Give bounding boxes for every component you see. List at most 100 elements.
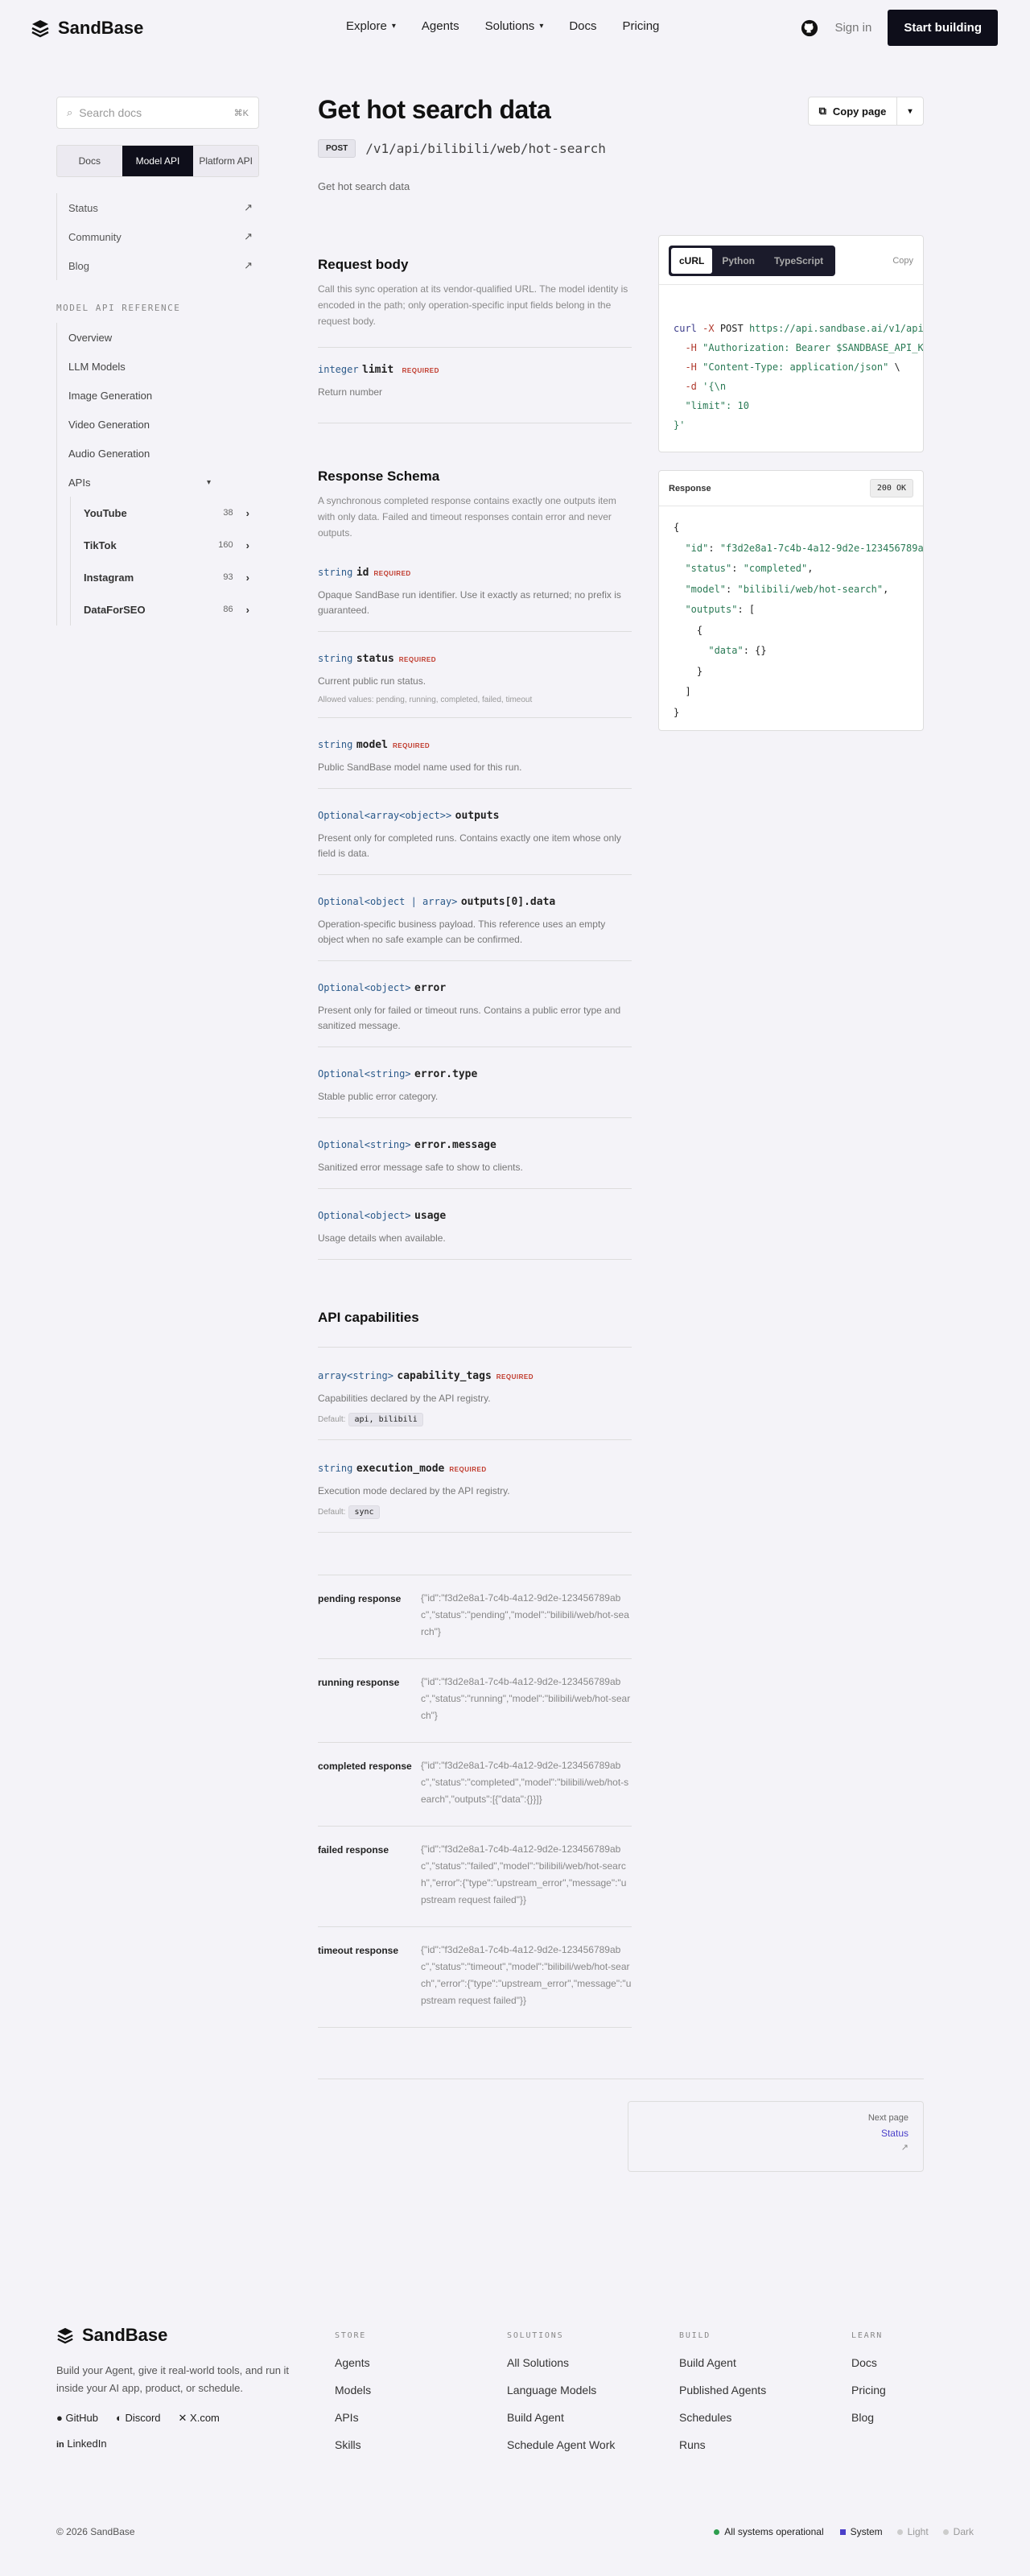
footer-link[interactable]: Agents — [335, 2356, 371, 2369]
default-chip: sync — [348, 1505, 380, 1519]
footer-link[interactable]: Skills — [335, 2438, 371, 2451]
nav-label: Solutions — [484, 19, 535, 33]
sidebar-item-image-generation[interactable]: Image Generation — [68, 381, 259, 410]
group-count: 160 — [218, 540, 233, 550]
system-status[interactable]: All systems operational — [714, 2526, 824, 2537]
section-description: Call this sync operation at its vendor-q… — [318, 281, 632, 348]
required-badge: REQUIRED — [392, 742, 431, 749]
footer-link[interactable]: Blog — [851, 2411, 886, 2424]
main-content: Get hot search data POST /v1/api/bilibil… — [318, 95, 632, 2028]
brand-logo[interactable]: SandBase — [31, 18, 143, 39]
footer-link[interactable]: Schedules — [679, 2411, 766, 2424]
nav-docs[interactable]: Docs — [569, 19, 596, 33]
nav-label: Pricing — [622, 19, 660, 33]
required-badge: REQUIRED — [449, 1466, 487, 1473]
field-name: outputs[0].data — [460, 896, 556, 908]
social-github[interactable]: ● GitHub — [56, 2412, 98, 2425]
footer-link[interactable]: Pricing — [851, 2384, 886, 2396]
sidebar-link-status[interactable]: Status ↗ — [68, 193, 259, 222]
theme-light[interactable]: Light — [896, 2526, 929, 2537]
api-group-tiktok[interactable]: TikTok 160 › — [84, 529, 259, 561]
code-line: "outputs": [ — [685, 604, 756, 615]
tab-python[interactable]: Python — [712, 248, 764, 274]
social-label: LinkedIn — [67, 2438, 107, 2450]
sandbase-logo-icon — [57, 2327, 73, 2344]
default-chip: api, bilibili — [348, 1413, 423, 1426]
sidebar-link-community[interactable]: Community ↗ — [68, 222, 259, 251]
copy-page-dropdown[interactable]: ▾ — [897, 107, 923, 116]
theme-system[interactable]: System — [839, 2526, 883, 2537]
sidebar-item-audio-generation[interactable]: Audio Generation — [68, 439, 259, 468]
sidebar-item-llm-models[interactable]: LLM Models — [68, 352, 259, 381]
page-description: Get hot search data — [318, 180, 410, 192]
example-label: running response — [318, 1677, 400, 1688]
column-heading: SOLUTIONS — [507, 2331, 564, 2340]
column-heading: BUILD — [679, 2331, 711, 2340]
field-description: Opaque SandBase run identifier. Use it e… — [318, 589, 621, 616]
discord-icon: ◐ — [115, 2412, 122, 2424]
external-arrow-icon: ↗ — [244, 201, 253, 213]
footer-link[interactable]: Build Agent — [679, 2356, 766, 2369]
example-row: timeout response {"id":"f3d2e8a1-7c4b-4a1… — [318, 1927, 632, 2028]
code-panel-header: cURL Python TypeScript Copy — [659, 236, 923, 285]
footer-link[interactable]: Schedule Agent Work — [507, 2438, 615, 2451]
tab-docs[interactable]: Docs — [57, 146, 122, 176]
language-tabs: cURL Python TypeScript — [669, 246, 836, 276]
next-page-card[interactable]: Next page Status ↗ — [628, 2101, 924, 2172]
group-name: DataForSEO — [84, 603, 146, 616]
nav-explore[interactable]: Explore ▾ — [346, 19, 396, 33]
github-icon[interactable] — [801, 19, 818, 37]
tab-typescript[interactable]: TypeScript — [764, 248, 833, 274]
footer-link[interactable]: Models — [335, 2384, 371, 2396]
sidebar-link-blog[interactable]: Blog ↗ — [68, 251, 259, 280]
api-group-instagram[interactable]: Instagram 93 › — [84, 561, 259, 593]
footer-column-solutions: SOLUTIONS All Solutions Language Models … — [507, 2331, 615, 2466]
theme-label: System — [850, 2526, 883, 2537]
sign-in-link[interactable]: Sign in — [834, 21, 871, 35]
footer-link[interactable]: Published Agents — [679, 2384, 766, 2396]
copy-code-button[interactable]: Copy — [892, 256, 913, 266]
dark-theme-icon — [942, 2529, 949, 2535]
request-code-panel: cURL Python TypeScript Copy curl -X POST… — [658, 235, 924, 452]
footer-link[interactable]: Runs — [679, 2438, 766, 2451]
field-description: Present only for failed or timeout runs.… — [318, 1005, 621, 1031]
sidebar-item-video-generation[interactable]: Video Generation — [68, 410, 259, 439]
sidebar-item-apis[interactable]: APIs ▾ — [68, 468, 259, 497]
schema-field: Optional<object | array> outputs[0].data… — [318, 894, 632, 961]
nav-agents[interactable]: Agents — [422, 19, 459, 33]
footer-link[interactable]: Build Agent — [507, 2411, 615, 2424]
schema-field: Optional<array<object>> outputs Present o… — [318, 808, 632, 875]
tab-curl[interactable]: cURL — [671, 248, 713, 274]
tab-platform-api[interactable]: Platform API — [193, 146, 258, 176]
field-type: array<string> — [318, 1370, 393, 1381]
search-input[interactable]: ⌕ Search docs ⌘K — [56, 97, 259, 129]
sidebar-item-overview[interactable]: Overview — [68, 323, 259, 352]
footer-link[interactable]: Docs — [851, 2356, 886, 2369]
response-label: Response — [669, 483, 711, 493]
footer-link[interactable]: APIs — [335, 2411, 371, 2424]
code-line: -H "Content-Type: application/json" \ — [685, 361, 900, 373]
footer-link[interactable]: Language Models — [507, 2384, 615, 2396]
social-discord[interactable]: ◐ Discord — [116, 2412, 161, 2425]
chevron-down-icon: ▾ — [539, 22, 544, 31]
social-x[interactable]: ✕ X.com — [179, 2412, 220, 2425]
link-label: Blog — [68, 259, 90, 272]
schema-field: string status REQUIRED Current public run … — [318, 651, 632, 718]
system-theme-icon — [839, 2529, 846, 2535]
status-badge: 200 OK — [869, 479, 913, 497]
code-line: } — [674, 706, 680, 718]
theme-dark[interactable]: Dark — [942, 2526, 974, 2537]
nav-pricing[interactable]: Pricing — [623, 19, 660, 33]
tab-model-api[interactable]: Model API — [122, 146, 194, 176]
field-type: Optional<string> — [318, 1068, 411, 1080]
footer-column-store: STORE Agents Models APIs Skills — [335, 2331, 371, 2466]
copy-page-button[interactable]: ⧉ Copy page — [809, 97, 897, 125]
endpoint: POST /v1/api/bilibili/web/hot-search — [318, 139, 632, 158]
api-group-youtube[interactable]: YouTube 38 › — [84, 497, 259, 529]
endpoint-path: /v1/api/bilibili/web/hot-search — [365, 141, 606, 156]
start-building-button[interactable]: Start building — [888, 10, 998, 46]
code-line: { — [674, 522, 680, 533]
footer-link[interactable]: All Solutions — [507, 2356, 615, 2369]
nav-solutions[interactable]: Solutions ▾ — [485, 19, 544, 33]
api-group-dataforseo[interactable]: DataForSEO 86 › — [84, 593, 259, 625]
